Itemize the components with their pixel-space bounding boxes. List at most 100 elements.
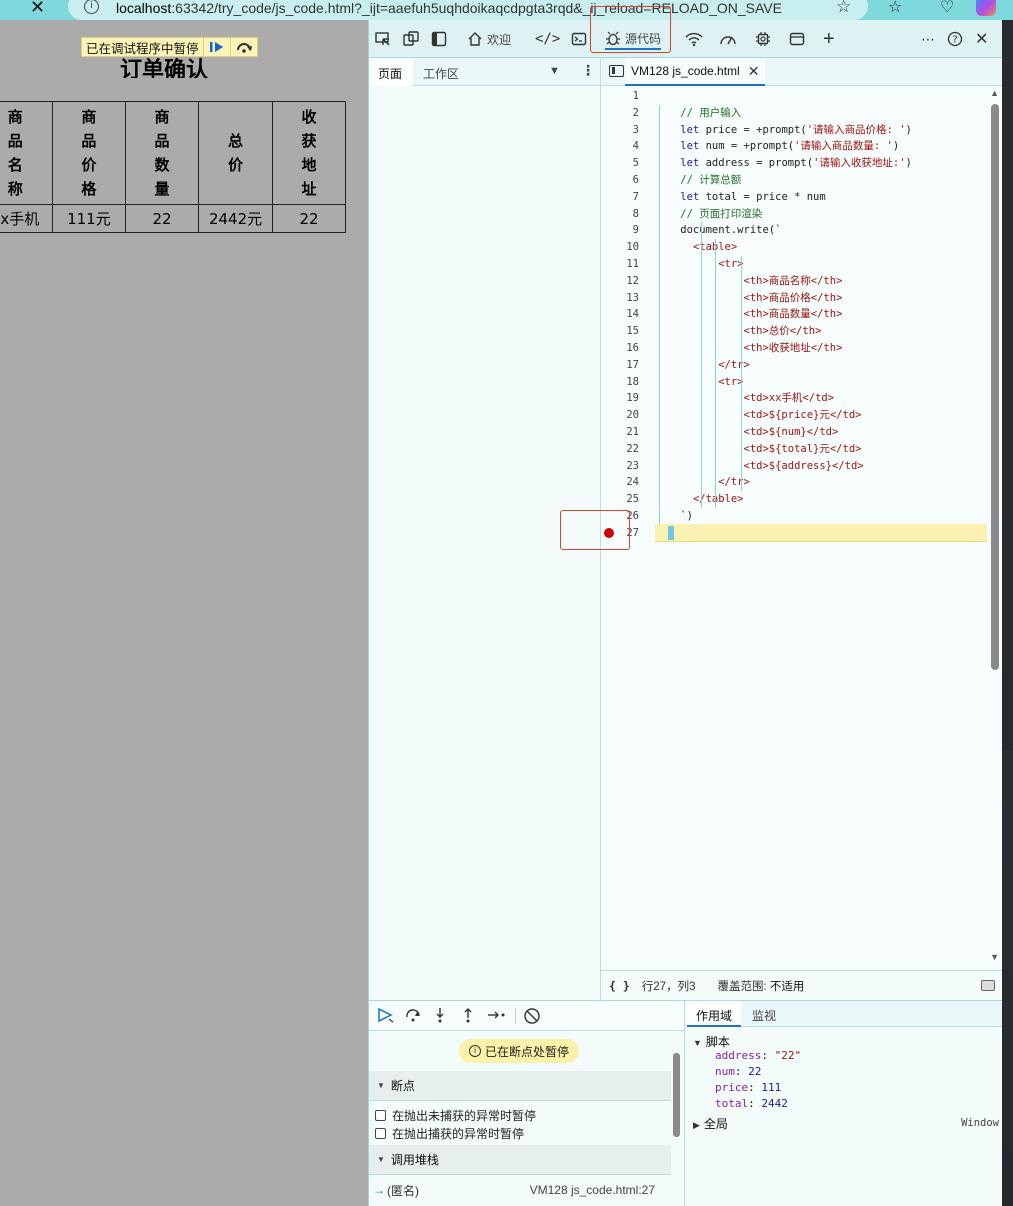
scope-variable-address[interactable]: address: "22" [715, 1049, 801, 1062]
scroll-up-icon[interactable]: ▲ [990, 88, 999, 98]
code-line[interactable]: // 计算总额 [655, 172, 741, 189]
line-number[interactable]: 25 [601, 491, 639, 508]
chevron-down-icon[interactable]: ▼ [549, 65, 560, 77]
tab-console[interactable] [571, 28, 587, 50]
add-tool-icon[interactable]: + [823, 28, 835, 50]
code-area[interactable]: 1 2 3 4 5 6 7 8 9 10 11 12 13 14 15 16 17 18 19 20 21 22 23 24 2… [601, 88, 1003, 968]
line-number[interactable]: 12 [601, 273, 639, 290]
line-number[interactable]: 7 [601, 189, 639, 206]
tab-memory[interactable] [755, 28, 771, 50]
code-line[interactable]: <table> [655, 239, 737, 256]
tab-network[interactable] [685, 28, 703, 50]
code-lines[interactable]: // 用户输入 let price = +prompt('请输入商品价格: ')… [655, 88, 987, 968]
line-number[interactable]: 6 [601, 172, 639, 189]
toggle-navigator-icon[interactable] [609, 65, 624, 77]
inspect-element-icon[interactable] [375, 28, 391, 50]
line-number[interactable]: 11 [601, 256, 639, 273]
line-number[interactable]: 8 [601, 206, 639, 223]
tab-application[interactable] [789, 28, 805, 50]
code-line[interactable]: <td>${price}元</td> [655, 407, 862, 424]
code-line[interactable]: <td>xx手机</td> [655, 390, 835, 407]
resume-icon[interactable] [377, 1007, 395, 1027]
close-tab-icon[interactable]: ✕ [748, 63, 760, 80]
favorite-star-icon[interactable]: ☆ [836, 0, 851, 17]
code-line[interactable]: <td>${address}</td> [655, 458, 864, 475]
pretty-print-button[interactable]: { } [609, 979, 630, 993]
line-number[interactable]: 21 [601, 424, 639, 441]
deactivate-breakpoints-icon[interactable] [523, 1007, 541, 1029]
line-number[interactable]: 9 [601, 222, 639, 239]
pause-uncaught-option[interactable]: 在抛出未捕获的异常时暂停 [375, 1107, 536, 1124]
code-line[interactable]: document.write(` [655, 222, 781, 239]
line-number[interactable]: 16 [601, 340, 639, 357]
editor-scrollbar[interactable] [991, 104, 999, 670]
line-number[interactable]: 17 [601, 357, 639, 374]
line-number[interactable]: 15 [601, 323, 639, 340]
close-icon[interactable]: ✕ [30, 0, 45, 18]
code-line[interactable]: <tr> [655, 374, 743, 391]
scroll-down-icon[interactable]: ▼ [990, 952, 999, 962]
scope-script[interactable]: ▼ 脚本 [693, 1033, 730, 1050]
url-text[interactable]: localhost:63342/try_code/js_code.html?_i… [116, 0, 782, 16]
tab-workspace[interactable]: 工作区 [423, 65, 459, 82]
step-into-icon[interactable] [433, 1007, 447, 1027]
code-line[interactable]: <th>商品价格</th> [655, 290, 843, 307]
line-number[interactable]: 24 [601, 474, 639, 491]
code-line[interactable]: </table> [655, 491, 744, 508]
code-line[interactable]: let price = +prompt('请输入商品价格: ') [655, 122, 912, 139]
code-line[interactable]: let address = prompt('请输入收获地址:') [655, 155, 912, 172]
scope-variable-total[interactable]: total: 2442 [715, 1097, 788, 1110]
line-number[interactable]: 19 [601, 390, 639, 407]
line-number[interactable]: 13 [601, 290, 639, 307]
browser-essentials-icon[interactable]: ♡ [940, 0, 954, 17]
step-over-icon[interactable] [405, 1007, 423, 1027]
tab-watch[interactable]: 监视 [743, 1001, 785, 1027]
code-line[interactable]: <td>${num}</td> [655, 424, 839, 441]
line-number[interactable]: 22 [601, 441, 639, 458]
code-line[interactable]: </tr> [655, 357, 750, 374]
line-number[interactable]: 2 [601, 105, 639, 122]
line-number[interactable]: 1 [601, 88, 639, 105]
breakpoints-section-header[interactable]: ▼ 断点 [369, 1071, 671, 1101]
code-line[interactable]: let num = +prompt('请输入商品数量: ') [655, 138, 899, 155]
tab-elements[interactable]: </> [535, 28, 560, 50]
tab-scope[interactable]: 作用域 [687, 1001, 742, 1027]
resume-icon[interactable] [202, 38, 230, 56]
code-line[interactable]: // 用户输入 [655, 105, 741, 122]
pause-caught-checkbox[interactable] [375, 1128, 386, 1139]
tab-performance[interactable] [719, 28, 737, 50]
navigator-menu-icon[interactable]: ⋮ [581, 62, 595, 79]
pause-uncaught-checkbox[interactable] [375, 1110, 386, 1121]
step-over-icon[interactable] [229, 38, 257, 56]
line-number[interactable]: 20 [601, 407, 639, 424]
code-line[interactable]: <th>总价</th> [655, 323, 822, 340]
tab-page[interactable]: 页面 [378, 65, 402, 82]
line-number[interactable]: 3 [601, 122, 639, 139]
step-icon[interactable] [487, 1007, 507, 1027]
code-line[interactable]: <th>商品名称</th> [655, 273, 843, 290]
close-devtools-icon[interactable]: ✕ [975, 28, 988, 50]
scope-variable-price[interactable]: price: 111 [715, 1081, 781, 1094]
tab-welcome[interactable]: 欢迎 [467, 28, 511, 50]
code-line[interactable]: <th>收获地址</th> [655, 340, 843, 357]
callstack-frame[interactable]: → (匿名) VM128 js_code.html:27 [369, 1179, 671, 1201]
help-icon[interactable]: ? [947, 28, 963, 50]
line-number[interactable]: 23 [601, 458, 639, 475]
line-number[interactable]: 5 [601, 155, 639, 172]
debugger-scrollbar[interactable] [673, 1053, 680, 1137]
code-line[interactable]: <th>商品数量</th> [655, 306, 843, 323]
step-out-icon[interactable] [461, 1007, 475, 1027]
scope-global[interactable]: ▶ 全局 [693, 1115, 728, 1132]
line-number[interactable]: 14 [601, 306, 639, 323]
callstack-section-header[interactable]: ▼ 调用堆栈 [369, 1145, 671, 1175]
line-number[interactable]: 10 [601, 239, 639, 256]
line-number[interactable]: 18 [601, 374, 639, 391]
code-line[interactable]: // 页面打印渲染 [655, 206, 762, 223]
line-number[interactable]: 4 [601, 138, 639, 155]
dock-side-icon[interactable] [431, 28, 447, 50]
copilot-icon[interactable] [976, 0, 996, 16]
code-line[interactable]: <tr> [655, 256, 743, 273]
pause-caught-option[interactable]: 在抛出捕获的异常时暂停 [375, 1125, 524, 1142]
scope-variable-num[interactable]: num: 22 [715, 1065, 761, 1078]
code-line[interactable]: `) [655, 508, 693, 525]
